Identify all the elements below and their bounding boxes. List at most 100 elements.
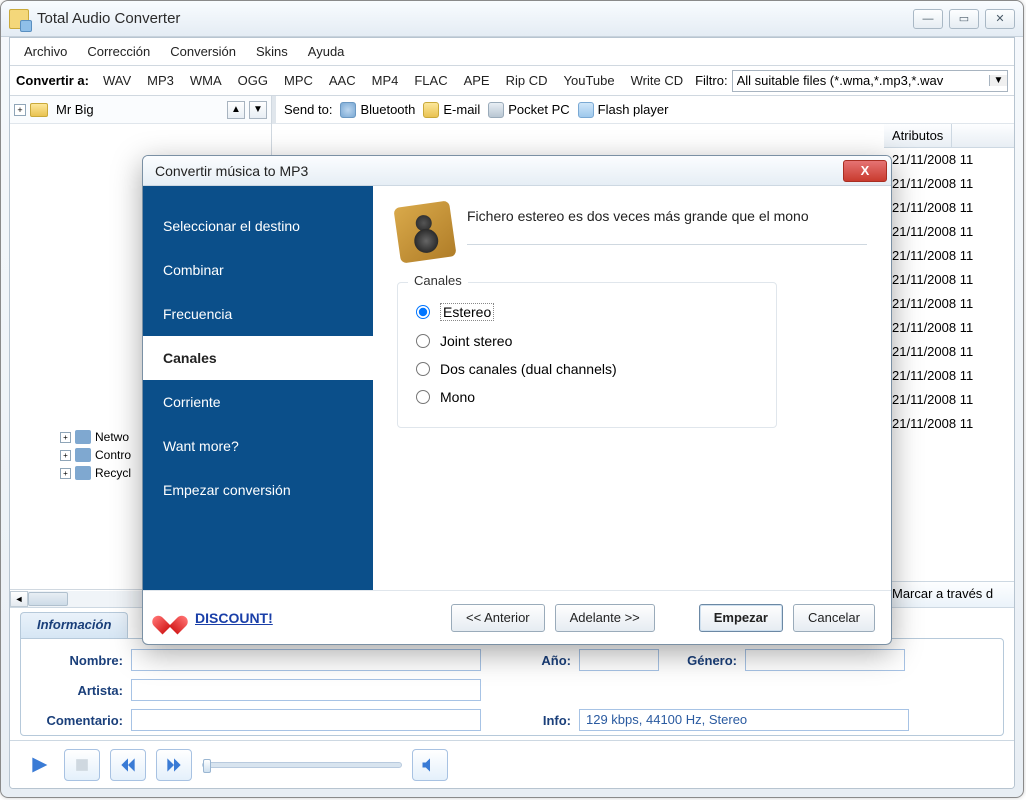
dialog-main-panel: Fichero estereo es dos veces más grande … [373, 186, 891, 590]
step-start-conversion[interactable]: Empezar conversión [143, 468, 373, 512]
file-row[interactable]: 21/11/2008 11 [884, 412, 1014, 436]
filter-input[interactable] [733, 73, 989, 88]
info-tab[interactable]: Información [20, 612, 128, 638]
stop-button[interactable] [64, 749, 100, 781]
file-row[interactable]: 21/11/2008 11 [884, 220, 1014, 244]
flashplayer-icon [578, 102, 594, 118]
seek-slider[interactable] [202, 762, 402, 768]
play-button[interactable] [24, 749, 54, 781]
radio-mono-input[interactable] [416, 390, 430, 404]
format-writecd[interactable]: Write CD [623, 73, 691, 88]
radio-dual-channels[interactable]: Dos canales (dual channels) [416, 355, 758, 383]
format-flac[interactable]: FLAC [406, 73, 455, 88]
radio-mono[interactable]: Mono [416, 383, 758, 411]
format-wav[interactable]: WAV [95, 73, 139, 88]
pocketpc-icon [488, 102, 504, 118]
recycle-bin-icon [75, 466, 91, 480]
radio-joint-stereo[interactable]: Joint stereo [416, 327, 758, 355]
comentario-field[interactable] [131, 709, 481, 731]
nombre-label: Nombre: [33, 653, 123, 668]
format-mp3[interactable]: MP3 [139, 73, 182, 88]
format-ripcd[interactable]: Rip CD [498, 73, 556, 88]
artista-field[interactable] [131, 679, 481, 701]
folder-name[interactable]: Mr Big [52, 102, 223, 117]
email-icon [423, 102, 439, 118]
radio-joint-stereo-input[interactable] [416, 334, 430, 348]
dialog-step-sidebar: Seleccionar el destino Combinar Frecuenc… [143, 186, 373, 590]
genero-field[interactable] [745, 649, 905, 671]
file-row[interactable]: 21/11/2008 11 [884, 388, 1014, 412]
step-destination[interactable]: Seleccionar el destino [143, 204, 373, 248]
radio-estereo-input[interactable] [416, 305, 430, 319]
select-all-link[interactable]: Marcar a través d [884, 581, 1014, 607]
format-ogg[interactable]: OGG [230, 73, 276, 88]
format-ape[interactable]: APE [456, 73, 498, 88]
send-to-email[interactable]: E-mail [423, 102, 480, 118]
file-row[interactable]: 21/11/2008 11 [884, 364, 1014, 388]
menu-archivo[interactable]: Archivo [16, 40, 75, 63]
convert-toolbar: Convertir a: WAV MP3 WMA OGG MPC AAC MP4… [10, 66, 1014, 96]
send-to-flashplayer[interactable]: Flash player [578, 102, 669, 118]
bluetooth-icon [340, 102, 356, 118]
file-row[interactable]: 21/11/2008 11 [884, 244, 1014, 268]
start-button[interactable]: Empezar [699, 604, 783, 632]
minimize-button[interactable]: — [913, 9, 943, 29]
convert-label: Convertir a: [16, 73, 89, 88]
prev-track-button[interactable] [110, 749, 146, 781]
folder-up-button[interactable]: ▲ [227, 101, 245, 119]
scroll-left-icon[interactable]: ◄ [10, 591, 28, 607]
app-icon [9, 9, 29, 29]
file-row[interactable]: 21/11/2008 11 [884, 172, 1014, 196]
folder-expand-icon[interactable]: + [14, 104, 26, 116]
scroll-thumb[interactable] [28, 592, 68, 606]
step-want-more[interactable]: Want more? [143, 424, 373, 468]
menu-ayuda[interactable]: Ayuda [300, 40, 353, 63]
comentario-label: Comentario: [33, 713, 123, 728]
dialog-titlebar: Convertir música to MP3 X [143, 156, 891, 186]
filter-dropdown-icon[interactable]: ▼ [989, 75, 1007, 86]
step-frequency[interactable]: Frecuencia [143, 292, 373, 336]
channels-group: Canales Estereo Joint stereo Dos canales… [397, 282, 777, 428]
file-row[interactable]: 21/11/2008 11 [884, 148, 1014, 172]
step-bitrate[interactable]: Corriente [143, 380, 373, 424]
seek-thumb[interactable] [203, 759, 211, 773]
format-aac[interactable]: AAC [321, 73, 364, 88]
next-button[interactable]: Adelante >> [555, 604, 655, 632]
menu-correccion[interactable]: Corrección [79, 40, 158, 63]
send-to-bluetooth[interactable]: Bluetooth [340, 102, 415, 118]
folder-down-button[interactable]: ▼ [249, 101, 267, 119]
file-row[interactable]: 21/11/2008 11 [884, 268, 1014, 292]
column-header-atributos[interactable]: Atributos [884, 124, 952, 147]
previous-button[interactable]: << Anterior [451, 604, 545, 632]
maximize-button[interactable]: ▭ [949, 9, 979, 29]
format-mpc[interactable]: MPC [276, 73, 321, 88]
step-combine[interactable]: Combinar [143, 248, 373, 292]
filter-label: Filtro: [695, 73, 728, 88]
format-mp4[interactable]: MP4 [364, 73, 407, 88]
cancel-button[interactable]: Cancelar [793, 604, 875, 632]
dialog-close-button[interactable]: X [843, 160, 887, 182]
nombre-field[interactable] [131, 649, 481, 671]
network-icon [75, 430, 91, 444]
close-window-button[interactable]: ✕ [985, 9, 1015, 29]
file-row[interactable]: 21/11/2008 11 [884, 340, 1014, 364]
filter-combobox[interactable]: ▼ [732, 70, 1008, 92]
file-row[interactable]: 21/11/2008 11 [884, 316, 1014, 340]
file-row[interactable]: 21/11/2008 11 [884, 196, 1014, 220]
folder-icon [30, 103, 48, 117]
send-to-pocketpc[interactable]: Pocket PC [488, 102, 569, 118]
menu-conversion[interactable]: Conversión [162, 40, 244, 63]
radio-estereo[interactable]: Estereo [416, 297, 758, 327]
volume-button[interactable] [412, 749, 448, 781]
discount-link[interactable]: DISCOUNT! [195, 610, 273, 626]
format-youtube[interactable]: YouTube [556, 73, 623, 88]
format-wma[interactable]: WMA [182, 73, 230, 88]
step-channels[interactable]: Canales [143, 336, 373, 380]
radio-dual-channels-input[interactable] [416, 362, 430, 376]
ano-label: Año: [521, 653, 571, 668]
file-row[interactable]: 21/11/2008 11 [884, 292, 1014, 316]
menu-skins[interactable]: Skins [248, 40, 296, 63]
ano-field[interactable] [579, 649, 659, 671]
dialog-footer: DISCOUNT! << Anterior Adelante >> Empeza… [143, 590, 891, 644]
next-track-button[interactable] [156, 749, 192, 781]
